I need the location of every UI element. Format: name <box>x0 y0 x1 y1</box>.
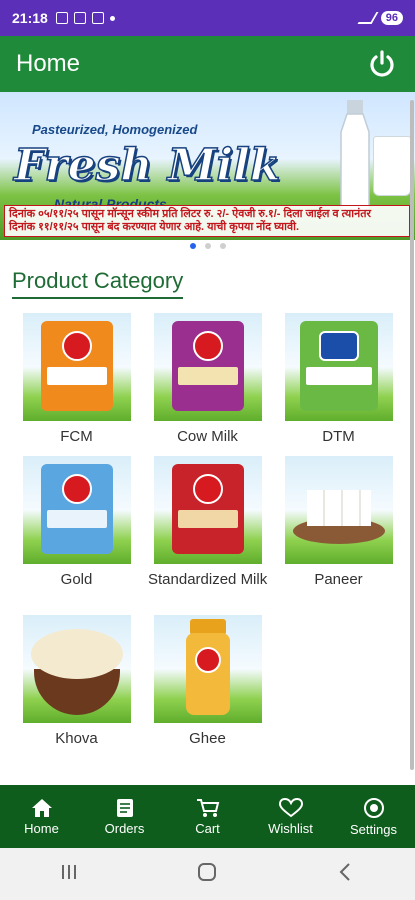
milk-glass-icon <box>373 136 411 196</box>
milk-pack-icon <box>40 321 113 411</box>
dot-icon <box>109 15 115 21</box>
notification-icon <box>55 12 68 24</box>
category-label: Cow Milk <box>177 428 238 445</box>
banner-notice: दिनांक ०५/११/२५ पासून मॉन्सून स्कीम प्रत… <box>4 205 410 237</box>
product-image <box>284 313 393 421</box>
back-button[interactable] <box>336 862 356 887</box>
milk-pack-icon <box>40 464 113 554</box>
notification-icon <box>73 12 86 24</box>
banner-headline: Fresh Milk <box>13 139 281 192</box>
product-image <box>284 456 393 564</box>
notification-icon <box>91 12 104 24</box>
category-label: Paneer <box>314 571 363 588</box>
nav-orders[interactable]: Orders <box>83 785 166 848</box>
category-cow-milk[interactable]: Cow Milk <box>142 313 273 446</box>
ghee-jar-icon <box>185 633 230 715</box>
status-time: 21:18 <box>12 10 48 26</box>
section-title: Product Category <box>12 268 184 299</box>
milk-pack-icon <box>299 321 378 411</box>
category-dtm[interactable]: DTM <box>273 313 404 446</box>
notice-line: दिनांक ११/११/२५ पासून बंद करण्यात येणार … <box>9 221 300 233</box>
recents-button[interactable] <box>59 863 79 886</box>
signal-icon <box>357 12 379 24</box>
category-khova[interactable]: Khova <box>11 615 142 748</box>
product-image <box>153 615 262 723</box>
paneer-cubes-icon <box>306 490 371 526</box>
scrollbar[interactable] <box>410 100 414 770</box>
carousel-dot[interactable] <box>189 243 196 249</box>
home-system-button[interactable] <box>197 862 217 887</box>
category-label: Gold <box>60 571 93 588</box>
home-icon <box>31 798 52 817</box>
category-label: Ghee <box>189 730 226 747</box>
nav-settings[interactable]: Settings <box>332 785 415 848</box>
system-nav-bar <box>0 848 415 900</box>
khova-icon <box>30 629 123 679</box>
banner-subtitle: Pasteurized, Homogenized <box>32 122 198 137</box>
notification-icons <box>55 12 115 24</box>
nav-home[interactable]: Home <box>0 785 83 848</box>
nav-label: Home <box>24 820 59 836</box>
recents-icon <box>62 864 77 879</box>
milk-pack-icon <box>171 321 244 411</box>
nav-wishlist[interactable]: Wishlist <box>249 785 332 848</box>
product-image <box>22 313 131 421</box>
category-paneer[interactable]: Paneer <box>273 456 404 589</box>
app-bar: Home <box>0 36 415 92</box>
nav-label: Wishlist <box>268 820 313 836</box>
carousel-dot[interactable] <box>204 243 211 249</box>
product-image <box>22 615 131 723</box>
category-fcm[interactable]: FCM <box>11 313 142 446</box>
carousel-indicator <box>0 243 415 249</box>
product-image <box>153 313 262 421</box>
carousel-dot[interactable] <box>219 243 226 249</box>
status-bar: 21:18 96 <box>0 0 415 36</box>
product-image <box>22 456 131 564</box>
category-label: FCM <box>60 428 93 445</box>
orders-icon <box>116 798 133 817</box>
page-title: Home <box>16 50 81 77</box>
nav-label: Settings <box>350 821 397 837</box>
category-ghee[interactable]: Ghee <box>142 615 273 748</box>
category-label: DTM <box>322 428 355 445</box>
nav-cart[interactable]: Cart <box>166 785 249 848</box>
back-icon <box>339 862 350 881</box>
category-label: Standardized Milk <box>148 571 268 588</box>
cart-icon <box>196 798 219 817</box>
milk-pack-icon <box>171 464 244 554</box>
battery-level: 96 <box>380 11 403 25</box>
promo-banner[interactable]: Pasteurized, Homogenized Fresh Milk Natu… <box>0 92 415 240</box>
category-gold[interactable]: Gold <box>11 456 142 589</box>
product-image <box>153 456 262 564</box>
nav-label: Orders <box>104 820 145 836</box>
nav-label: Cart <box>195 820 220 836</box>
circle-home-icon <box>198 862 217 881</box>
category-label: Khova <box>55 730 98 747</box>
category-standardized-milk[interactable]: Standardized Milk <box>142 456 273 589</box>
power-icon <box>370 50 394 77</box>
heart-icon <box>278 797 303 817</box>
bottom-nav: Home Orders Cart Wishlist Settings <box>0 785 415 848</box>
notice-line: दिनांक ०५/११/२५ पासून मॉन्सून स्कीम प्रत… <box>9 208 371 220</box>
logout-button[interactable] <box>365 47 399 81</box>
settings-icon <box>363 797 384 818</box>
